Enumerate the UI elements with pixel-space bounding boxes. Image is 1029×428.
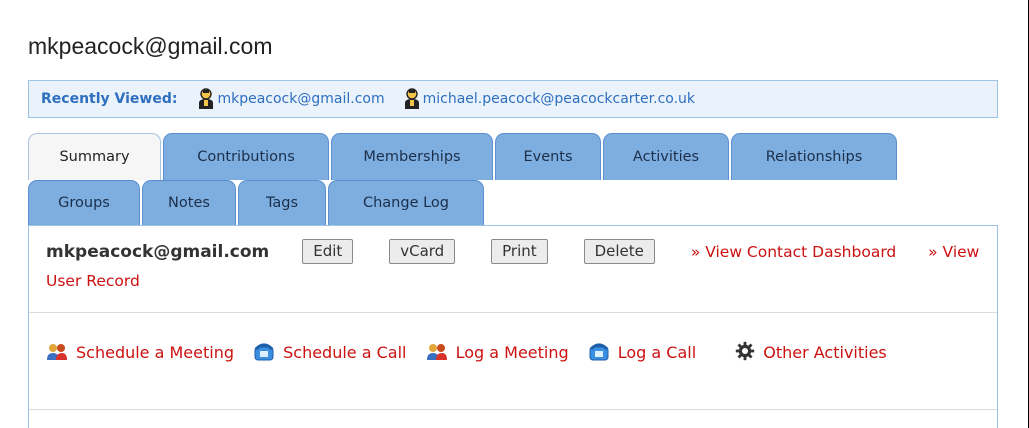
- meeting-icon: [426, 344, 447, 360]
- divider: [29, 312, 997, 313]
- recent-link-label: michael.peacock@peacockcarter.co.uk: [422, 91, 696, 107]
- phone-icon: [254, 343, 274, 361]
- recent-link-1[interactable]: mkpeacock@gmail.com: [197, 88, 385, 110]
- log-call-link: Log a Call: [617, 343, 697, 362]
- delete-button[interactable]: Delete: [583, 239, 655, 264]
- tab-tags[interactable]: Tags: [238, 180, 326, 225]
- edit-button[interactable]: Edit: [302, 239, 354, 264]
- tab-bar-row-2: Groups Notes Tags Change Log: [28, 180, 484, 225]
- phone-icon: [589, 343, 609, 361]
- tab-summary[interactable]: Summary: [28, 133, 161, 180]
- schedule-meeting-link: Schedule a Meeting: [76, 343, 235, 362]
- meeting-icon: [47, 344, 67, 360]
- recent-link-label: mkpeacock@gmail.com: [217, 91, 385, 107]
- tab-change-log[interactable]: Change Log: [328, 180, 484, 225]
- schedule-meeting-action[interactable]: Schedule a Meeting: [46, 343, 239, 362]
- recently-viewed-label: Recently Viewed:: [41, 91, 178, 107]
- tab-memberships[interactable]: Memberships: [331, 133, 493, 180]
- log-meeting-link: Log a Meeting: [455, 343, 569, 362]
- recently-viewed-bar: Recently Viewed: mkpeacock@gmail.com mic…: [28, 80, 998, 118]
- tab-contributions[interactable]: Contributions: [163, 133, 329, 180]
- recent-link-2[interactable]: michael.peacock@peacockcarter.co.uk: [403, 88, 695, 110]
- other-activities-action[interactable]: Other Activities: [735, 341, 887, 362]
- tab-bar-row-1: Summary Contributions Memberships Events…: [28, 133, 897, 180]
- log-meeting-action[interactable]: Log a Meeting: [426, 343, 574, 362]
- page-title: mkpeacock@gmail.com: [28, 33, 273, 59]
- contact-name: mkpeacock@gmail.com: [46, 242, 270, 262]
- divider: [29, 409, 997, 410]
- summary-panel: mkpeacock@gmail.com Edit vCard Print Del…: [28, 225, 998, 428]
- contact-actions: mkpeacock@gmail.com Edit vCard Print Del…: [46, 238, 986, 296]
- tab-relationships[interactable]: Relationships: [731, 133, 897, 180]
- tab-groups[interactable]: Groups: [28, 180, 140, 225]
- tab-events[interactable]: Events: [495, 133, 601, 180]
- activity-links: Schedule a Meeting Schedule a Call Log a…: [46, 337, 991, 368]
- gear-icon: [736, 341, 755, 361]
- tab-notes[interactable]: Notes: [142, 180, 236, 225]
- person-icon: [199, 88, 214, 109]
- log-call-action[interactable]: Log a Call: [588, 343, 702, 362]
- schedule-call-action[interactable]: Schedule a Call: [253, 343, 411, 362]
- vcard-button[interactable]: vCard: [389, 239, 456, 264]
- view-contact-dashboard-link[interactable]: » View Contact Dashboard: [691, 243, 896, 261]
- other-activities-link: Other Activities: [763, 343, 887, 362]
- schedule-call-link: Schedule a Call: [283, 343, 407, 362]
- person-icon: [404, 88, 419, 109]
- print-button[interactable]: Print: [491, 239, 548, 264]
- tab-activities[interactable]: Activities: [603, 133, 729, 180]
